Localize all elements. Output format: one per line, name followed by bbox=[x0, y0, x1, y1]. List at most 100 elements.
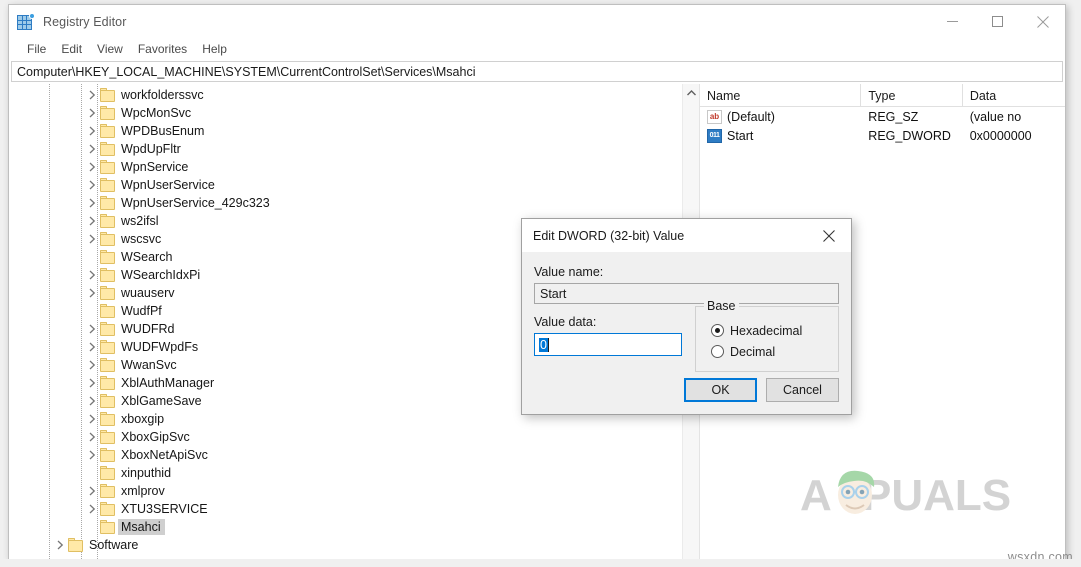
tree-item-xboxnetapisvc[interactable]: XboxNetApiSvc bbox=[9, 446, 683, 464]
tree-item-xmlprov[interactable]: xmlprov bbox=[9, 482, 683, 500]
tree-item-software[interactable]: Software bbox=[9, 536, 683, 554]
chevron-right-icon[interactable] bbox=[84, 482, 100, 500]
tree-leaf-marker bbox=[84, 248, 100, 266]
chevron-right-icon[interactable] bbox=[84, 194, 100, 212]
menu-view[interactable]: View bbox=[90, 40, 131, 59]
chevron-right-icon[interactable] bbox=[84, 410, 100, 428]
base-legend: Base bbox=[704, 299, 739, 313]
chevron-right-icon[interactable] bbox=[84, 158, 100, 176]
folder-icon bbox=[100, 250, 116, 264]
tree-item-label: XblAuthManager bbox=[121, 376, 215, 390]
close-icon[interactable] bbox=[1020, 5, 1065, 38]
tree-item-label: XTU3SERVICE bbox=[121, 502, 208, 516]
folder-icon bbox=[100, 142, 116, 156]
maximize-icon[interactable] bbox=[975, 5, 1020, 38]
minimize-icon[interactable] bbox=[930, 5, 975, 38]
folder-icon bbox=[100, 304, 116, 318]
folder-icon bbox=[100, 322, 116, 336]
radio-decimal-label: Decimal bbox=[730, 344, 776, 359]
chevron-right-icon[interactable] bbox=[84, 338, 100, 356]
folder-icon bbox=[100, 340, 116, 354]
cancel-button[interactable]: Cancel bbox=[766, 378, 839, 402]
chevron-right-icon[interactable] bbox=[84, 86, 100, 104]
folder-icon bbox=[100, 520, 116, 534]
folder-icon bbox=[100, 502, 116, 516]
value-data-input[interactable]: 0 bbox=[534, 333, 682, 356]
cell-name: 011 Start bbox=[700, 126, 861, 145]
cell-name: ab (Default) bbox=[700, 107, 861, 126]
string-value-icon: ab bbox=[707, 109, 722, 124]
chevron-right-icon[interactable] bbox=[84, 140, 100, 158]
window-title: Registry Editor bbox=[43, 14, 127, 29]
menu-favorites[interactable]: Favorites bbox=[131, 40, 195, 59]
scroll-up-icon[interactable] bbox=[683, 84, 699, 101]
dialog-lower-row: Value data: 0 Base Hexadecimal Decimal bbox=[534, 299, 839, 372]
tree-item-wpdbusenum[interactable]: WPDBusEnum bbox=[9, 122, 683, 140]
tree-item-label: WpnUserService_429c323 bbox=[121, 196, 270, 210]
chevron-right-icon[interactable] bbox=[84, 320, 100, 338]
dialog-close-icon[interactable] bbox=[806, 219, 851, 252]
tree-item-xboxgipsvc[interactable]: XboxGipSvc bbox=[9, 428, 683, 446]
chevron-right-icon[interactable] bbox=[84, 266, 100, 284]
table-row[interactable]: ab (Default) REG_SZ (value no bbox=[700, 107, 1065, 126]
menu-file[interactable]: File bbox=[20, 40, 54, 59]
chevron-right-icon[interactable] bbox=[84, 176, 100, 194]
tree-item-wpdupfltr[interactable]: WpdUpFltr bbox=[9, 140, 683, 158]
tree-item-label: WudfPf bbox=[121, 304, 162, 318]
folder-icon bbox=[100, 196, 116, 210]
folder-icon bbox=[100, 448, 116, 462]
chevron-right-icon[interactable] bbox=[84, 122, 100, 140]
radio-hexadecimal[interactable]: Hexadecimal bbox=[711, 320, 838, 341]
cell-type: REG_SZ bbox=[868, 109, 919, 124]
tree-item-wpnservice[interactable]: WpnService bbox=[9, 158, 683, 176]
tree-item-workfolderssvc[interactable]: workfolderssvc bbox=[9, 86, 683, 104]
tree-item-xtu3service[interactable]: XTU3SERVICE bbox=[9, 500, 683, 518]
column-header-name[interactable]: Name bbox=[700, 84, 862, 107]
values-table-header: Name Type Data bbox=[700, 84, 1065, 107]
chevron-right-icon[interactable] bbox=[84, 446, 100, 464]
tree-item-xinputhid[interactable]: xinputhid bbox=[9, 464, 683, 482]
values-table-body: ab (Default) REG_SZ (value no 011 Start REG_DW… bbox=[700, 107, 1065, 145]
chevron-right-icon[interactable] bbox=[84, 284, 100, 302]
tree-item-wpnuserservice-429c323[interactable]: WpnUserService_429c323 bbox=[9, 194, 683, 212]
table-row[interactable]: 011 Start REG_DWORD 0x0000000 bbox=[700, 126, 1065, 145]
chevron-right-icon[interactable] bbox=[52, 536, 68, 554]
folder-icon bbox=[100, 106, 116, 120]
folder-icon bbox=[100, 286, 116, 300]
chevron-right-icon[interactable] bbox=[84, 374, 100, 392]
dialog-title: Edit DWORD (32-bit) Value bbox=[533, 228, 685, 243]
tree-item-msahci[interactable]: Msahci bbox=[9, 518, 683, 536]
column-header-type[interactable]: Type bbox=[861, 84, 963, 107]
chevron-right-icon[interactable] bbox=[84, 392, 100, 410]
chevron-right-icon[interactable] bbox=[84, 356, 100, 374]
tree-item-wpcmonsvc[interactable]: WpcMonSvc bbox=[9, 104, 683, 122]
cell-type: REG_DWORD bbox=[868, 128, 951, 143]
folder-icon bbox=[100, 160, 116, 174]
chevron-right-icon[interactable] bbox=[84, 212, 100, 230]
edit-dword-dialog: Edit DWORD (32-bit) Value Value name: St… bbox=[521, 218, 852, 415]
ok-button[interactable]: OK bbox=[684, 378, 757, 402]
address-bar[interactable]: Computer\HKEY_LOCAL_MACHINE\SYSTEM\Curre… bbox=[11, 61, 1063, 82]
tree-item-wpnuserservice[interactable]: WpnUserService bbox=[9, 176, 683, 194]
radio-hexadecimal-icon[interactable] bbox=[711, 324, 724, 337]
folder-icon bbox=[100, 124, 116, 138]
folder-icon bbox=[100, 412, 116, 426]
column-header-data[interactable]: Data bbox=[963, 84, 1065, 107]
dialog-titlebar: Edit DWORD (32-bit) Value bbox=[522, 219, 851, 252]
chevron-right-icon[interactable] bbox=[84, 428, 100, 446]
tree-item-label: WpnService bbox=[121, 160, 189, 174]
value-name-text: Start bbox=[727, 128, 754, 143]
menu-help[interactable]: Help bbox=[195, 40, 235, 59]
radio-decimal[interactable]: Decimal bbox=[711, 341, 838, 362]
chevron-right-icon[interactable] bbox=[84, 230, 100, 248]
radio-decimal-icon[interactable] bbox=[711, 345, 724, 358]
folder-icon bbox=[68, 538, 84, 552]
registry-editor-icon bbox=[17, 13, 35, 30]
menu-edit[interactable]: Edit bbox=[54, 40, 90, 59]
tree-item-label: WPDBusEnum bbox=[121, 124, 205, 138]
tree-item-label: WSearchIdxPi bbox=[121, 268, 201, 282]
chevron-right-icon[interactable] bbox=[84, 104, 100, 122]
chevron-right-icon[interactable] bbox=[84, 500, 100, 518]
dialog-body: Value name: Start Value data: 0 Base Hex… bbox=[522, 252, 851, 372]
tree-item-label: xmlprov bbox=[121, 484, 165, 498]
